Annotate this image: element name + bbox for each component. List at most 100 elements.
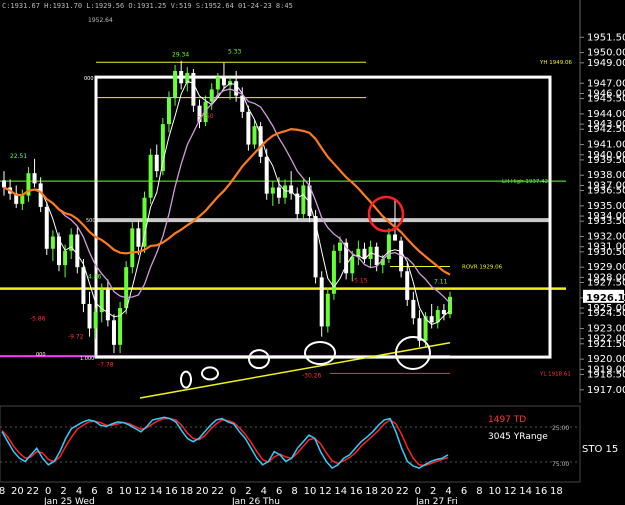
candle-body	[209, 89, 214, 102]
time-hour-label: 14	[150, 486, 163, 497]
price-chart: C:1931.67 H:1931.70 L:1929.56 O:1931.25 …	[0, 0, 625, 505]
swing-annotation: 7.11	[434, 279, 448, 286]
candle-body	[301, 185, 306, 215]
candle-body	[393, 234, 398, 241]
candle-body	[87, 303, 92, 329]
price-tick-label: 1951.50	[587, 32, 625, 43]
price-level-label: YL 1918.61	[539, 371, 571, 377]
time-hour-label: 0	[415, 486, 421, 497]
swing-annotation: -7.78	[98, 361, 114, 368]
time-hour-label: 18	[365, 486, 378, 497]
time-hour-label: 4	[261, 486, 267, 497]
sto-label-25: 25.00	[552, 425, 569, 432]
time-day-label: Jan 27 Fri	[415, 497, 458, 505]
swing-annotation: -5.86	[30, 315, 46, 322]
time-day-label: Jan 25 Wed	[43, 497, 95, 505]
candle-body	[338, 242, 343, 251]
candle-body	[130, 228, 135, 268]
candle-body	[325, 293, 330, 327]
time-hour-label: 2	[60, 486, 66, 497]
price-tick-label: 1939.50	[587, 155, 625, 166]
time-hour-label: 8	[0, 486, 5, 497]
candle-body	[173, 71, 178, 98]
price-tick-label: 1921.50	[587, 339, 625, 350]
price-level-label: ROVR 1929.06	[462, 265, 503, 271]
time-hour-label: 8	[291, 486, 297, 497]
time-day-label: Jan 26 Thu	[231, 497, 280, 505]
swing-annotation: 4.86	[88, 273, 102, 280]
candle-body	[56, 236, 61, 266]
candle-body	[20, 195, 25, 204]
candle-body	[63, 250, 68, 266]
candle-body	[148, 154, 153, 198]
price-level-label: YH 1949.06	[539, 60, 572, 66]
time-hour-label: 16	[350, 486, 363, 497]
swing-annotation: -5.15	[352, 278, 368, 285]
time-hour-label: 20	[11, 486, 24, 497]
candle-body	[246, 111, 251, 145]
time-hour-label: 12	[134, 486, 147, 497]
price-tick-label: 1942.50	[587, 124, 625, 135]
time-hour-label: 20	[196, 486, 209, 497]
candle-body	[93, 312, 98, 329]
price-tick-label: 1924.50	[587, 308, 625, 319]
time-hour-label: 4	[445, 486, 451, 497]
candle-body	[283, 185, 288, 198]
time-hour-label: 18	[550, 486, 563, 497]
time-hour-label: 20	[381, 486, 394, 497]
time-hour-label: 2	[245, 486, 251, 497]
time-hour-label: 10	[304, 486, 317, 497]
last-price-label: 1926.10	[586, 293, 625, 304]
stochastic-panel: 25.00 75.00 1497 TD 3045 YRange STO 15	[0, 405, 618, 483]
candle-body	[75, 234, 80, 268]
sto-td-label: 1497 TD	[488, 415, 526, 425]
price-tick-label: 1936.50	[587, 186, 625, 197]
candle-body	[32, 173, 37, 184]
sto-label-75: 75.00	[552, 461, 569, 468]
time-hour-label: 18	[180, 486, 193, 497]
candle-body	[221, 77, 226, 86]
time-hour-label: 12	[319, 486, 332, 497]
time-hour-label: 8	[107, 486, 113, 497]
price-tick-label: 1949.00	[587, 58, 625, 69]
candle-body	[81, 267, 86, 304]
candle-body	[252, 126, 257, 145]
time-hour-label: 6	[461, 486, 467, 497]
swing-annotation: -9.72	[68, 334, 84, 341]
time-hour-label: 14	[334, 486, 347, 497]
candle-body	[118, 308, 123, 345]
time-hour-label: 12	[504, 486, 517, 497]
time-hour-label: 10	[119, 486, 132, 497]
time-hour-label: 6	[91, 486, 97, 497]
candle-body	[44, 206, 49, 249]
price-level-label: LH High 1937.42	[502, 179, 548, 185]
fib-box-label: 000	[84, 76, 94, 82]
candle-body	[319, 277, 324, 327]
time-hour-label: 2	[430, 486, 436, 497]
time-hour-label: 6	[276, 486, 282, 497]
candle-body	[234, 81, 239, 96]
candle-body	[2, 180, 6, 188]
time-hour-label: 0	[45, 486, 51, 497]
candle-body	[105, 289, 110, 321]
candle-body	[154, 154, 159, 172]
candle-body	[124, 267, 129, 309]
time-hour-label: 22	[26, 486, 39, 497]
time-hour-label: 16	[165, 486, 178, 497]
price-tick-label: 1927.50	[587, 278, 625, 289]
price-axis: 1951.501950.001949.001947.001946.001945.…	[579, 0, 625, 403]
price-tick-label: 1933.50	[587, 216, 625, 227]
candle-body	[405, 271, 410, 300]
time-hour-label: 22	[211, 486, 224, 497]
candle-body	[215, 77, 220, 90]
candle-body	[350, 256, 355, 274]
candle-body	[429, 316, 434, 323]
price-tick-label: 1930.50	[587, 247, 625, 258]
price-tick-label: 1917.00	[587, 385, 625, 396]
swing-annotation: 29.34	[172, 52, 189, 59]
time-hour-label: 4	[76, 486, 82, 497]
time-hour-label: 22	[396, 486, 409, 497]
swing-annotation: 22.51	[10, 153, 27, 160]
time-hour-label: 14	[519, 486, 532, 497]
candle-body	[411, 299, 416, 319]
